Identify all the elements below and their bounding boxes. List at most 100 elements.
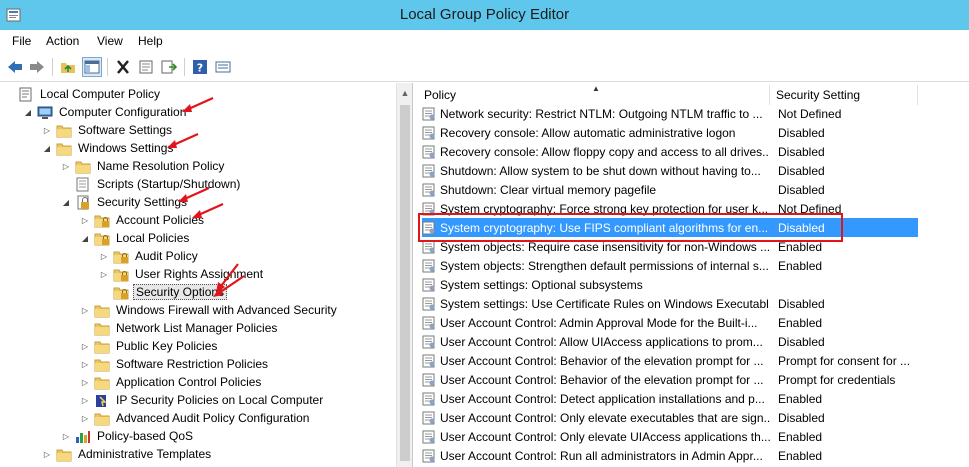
tree-item-name-resolution-policy[interactable]: ▷ Name Resolution Policy — [61, 157, 226, 175]
annotation-arrow-icon — [167, 132, 199, 149]
expand-arrow-icon[interactable]: ▷ — [99, 252, 109, 261]
policy-row[interactable]: Recovery console: Allow automatic admini… — [422, 123, 918, 142]
tree-item-windows-settings[interactable]: ◢ Windows Settings — [42, 139, 175, 157]
show-tree-button[interactable] — [82, 57, 102, 77]
policy-row[interactable]: Shutdown: Clear virtual memory pagefile D… — [422, 180, 918, 199]
tree-item-ip-security-policies-on-local-computer[interactable]: ▷ IP Security Policies on Local Computer — [80, 391, 325, 409]
policy-row[interactable]: System settings: Use Certificate Rules o… — [422, 294, 918, 313]
column-header-policy[interactable]: Policy ▲ — [418, 84, 770, 105]
policy-row[interactable]: Recovery console: Allow floppy copy and … — [422, 142, 918, 161]
policy-name: User Account Control: Admin Approval Mod… — [440, 315, 758, 330]
annotation-highlight-box — [418, 213, 843, 242]
policy-setting-icon — [422, 297, 435, 310]
tree-item-advanced-audit-policy-configuration[interactable]: ▷ Advanced Audit Policy Configuration — [80, 409, 311, 427]
collapse-arrow-icon[interactable]: ◢ — [42, 144, 52, 153]
tree-item-label: Name Resolution Policy — [97, 159, 225, 173]
folder-icon — [94, 359, 110, 371]
tree-item-label: IP Security Policies on Local Computer — [116, 393, 324, 407]
tree-vertical-scrollbar[interactable]: ▲ — [396, 83, 412, 467]
tree-item-label: Application Control Policies — [116, 375, 262, 389]
tree-item-policy-based-qos[interactable]: ▷ Policy-based QoS — [61, 427, 195, 445]
policy-row[interactable]: User Account Control: Admin Approval Mod… — [422, 313, 918, 332]
policy-row[interactable]: Shutdown: Allow system to be shut down w… — [422, 161, 918, 180]
tree-item-windows-firewall-with-advanced-security[interactable]: ▷ Windows Firewall with Advanced Security — [80, 301, 339, 319]
help-button[interactable]: ? — [190, 57, 210, 77]
tree-item-administrative-templates[interactable]: ▷ Administrative Templates — [42, 445, 213, 463]
menu-file[interactable]: File — [12, 34, 31, 48]
policy-row[interactable]: User Account Control: Behavior of the el… — [422, 370, 918, 389]
policy-row[interactable]: User Account Control: Allow UIAccess app… — [422, 332, 918, 351]
expand-arrow-icon[interactable]: ▷ — [61, 432, 71, 441]
policy-row[interactable]: User Account Control: Run all administra… — [422, 446, 918, 465]
collapse-arrow-icon[interactable]: ◢ — [61, 198, 71, 207]
tree-item-network-list-manager-policies[interactable]: Network List Manager Policies — [80, 319, 279, 337]
policy-row[interactable]: Network security: Restrict NTLM: Outgoin… — [422, 104, 918, 123]
secure-folder-icon — [113, 269, 129, 281]
column-header-security-setting[interactable]: Security Setting — [770, 85, 918, 105]
expand-arrow-icon[interactable]: ▷ — [80, 396, 90, 405]
export-list-button[interactable] — [159, 57, 179, 77]
policy-row[interactable]: User Account Control: Detect application… — [422, 389, 918, 408]
expand-arrow-icon[interactable]: ▷ — [80, 216, 90, 225]
expand-arrow-icon[interactable]: ▷ — [42, 450, 52, 459]
menu-view[interactable]: View — [97, 34, 123, 48]
tree-item-security-options[interactable]: Security Options — [99, 283, 228, 301]
security-setting-value: Disabled — [778, 334, 825, 349]
collapse-arrow-icon[interactable]: ◢ — [23, 108, 33, 117]
expand-arrow-icon[interactable]: ▷ — [80, 306, 90, 315]
window-title: Local Group Policy Editor — [399, 6, 570, 23]
policy-row[interactable]: System objects: Strengthen default permi… — [422, 256, 918, 275]
policy-name: User Account Control: Behavior of the el… — [440, 353, 764, 368]
up-folder-button[interactable] — [58, 57, 78, 77]
tree-item-public-key-policies[interactable]: ▷ Public Key Policies — [80, 337, 219, 355]
secure-folder-icon — [94, 215, 110, 227]
policy-setting-icon — [422, 354, 435, 367]
properties-button[interactable] — [136, 57, 156, 77]
policy-name: User Account Control: Only elevate UIAcc… — [440, 429, 770, 444]
tree-item-software-restriction-policies[interactable]: ▷ Software Restriction Policies — [80, 355, 270, 373]
policy-row[interactable]: User Account Control: Only elevate execu… — [422, 408, 918, 427]
filter-button[interactable] — [213, 57, 233, 77]
expand-arrow-icon[interactable]: ▷ — [99, 270, 109, 279]
collapse-arrow-icon[interactable]: ◢ — [80, 234, 90, 243]
scroll-up-arrow-icon[interactable]: ▲ — [397, 85, 412, 101]
tree-item-computer-configuration[interactable]: ◢ Computer Configuration — [23, 103, 188, 121]
forward-button[interactable] — [27, 57, 47, 77]
tree-item-label: Audit Policy — [135, 249, 198, 263]
tree-item-account-policies[interactable]: ▷ Account Policies — [80, 211, 206, 229]
security-setting-value: Disabled — [778, 296, 825, 311]
policy-name: Recovery console: Allow automatic admini… — [440, 125, 736, 140]
expand-arrow-icon[interactable]: ▷ — [80, 414, 90, 423]
annotation-arrow-icon — [213, 275, 245, 297]
security-setting-value: Disabled — [778, 144, 825, 159]
tree-item-scripts-startup-shutdown[interactable]: Scripts (Startup/Shutdown) — [61, 175, 242, 193]
tree-item-local-computer-policy[interactable]: Local Computer Policy — [4, 85, 162, 103]
folder-icon — [94, 323, 110, 335]
policy-row[interactable]: User Account Control: Behavior of the el… — [422, 351, 918, 370]
expand-arrow-icon[interactable]: ▷ — [80, 378, 90, 387]
security-setting-value: Enabled — [778, 315, 823, 330]
expand-arrow-icon[interactable]: ▷ — [80, 342, 90, 351]
policy-name: User Account Control: Run all administra… — [440, 448, 763, 463]
policy-row[interactable]: User Account Control: Only elevate UIAcc… — [422, 427, 918, 446]
delete-button[interactable] — [113, 57, 133, 77]
tree-scroll-thumb[interactable] — [400, 105, 410, 461]
expand-arrow-icon[interactable]: ▷ — [80, 360, 90, 369]
tree-item-security-settings[interactable]: ◢ Security Settings — [61, 193, 189, 211]
policy-row[interactable]: System settings: Optional subsystems — [422, 275, 918, 294]
policy-name: System settings: Optional subsystems — [440, 277, 643, 292]
policy-setting-icon — [422, 107, 435, 120]
security-setting-value: Prompt for credentials — [778, 372, 896, 387]
tree-item-audit-policy[interactable]: ▷ Audit Policy — [99, 247, 200, 265]
tree-item-software-settings[interactable]: ▷ Software Settings — [42, 121, 174, 139]
back-icon — [8, 61, 22, 73]
qos-chart-icon — [76, 430, 90, 443]
expand-arrow-icon[interactable]: ▷ — [42, 126, 52, 135]
tree-item-application-control-policies[interactable]: ▷ Application Control Policies — [80, 373, 263, 391]
menu-help[interactable]: Help — [138, 34, 163, 48]
policy-setting-icon — [422, 392, 435, 405]
menu-action[interactable]: Action — [46, 34, 79, 48]
back-button[interactable] — [5, 57, 25, 77]
tree-item-local-policies[interactable]: ◢ Local Policies — [80, 229, 191, 247]
expand-arrow-icon[interactable]: ▷ — [61, 162, 71, 171]
